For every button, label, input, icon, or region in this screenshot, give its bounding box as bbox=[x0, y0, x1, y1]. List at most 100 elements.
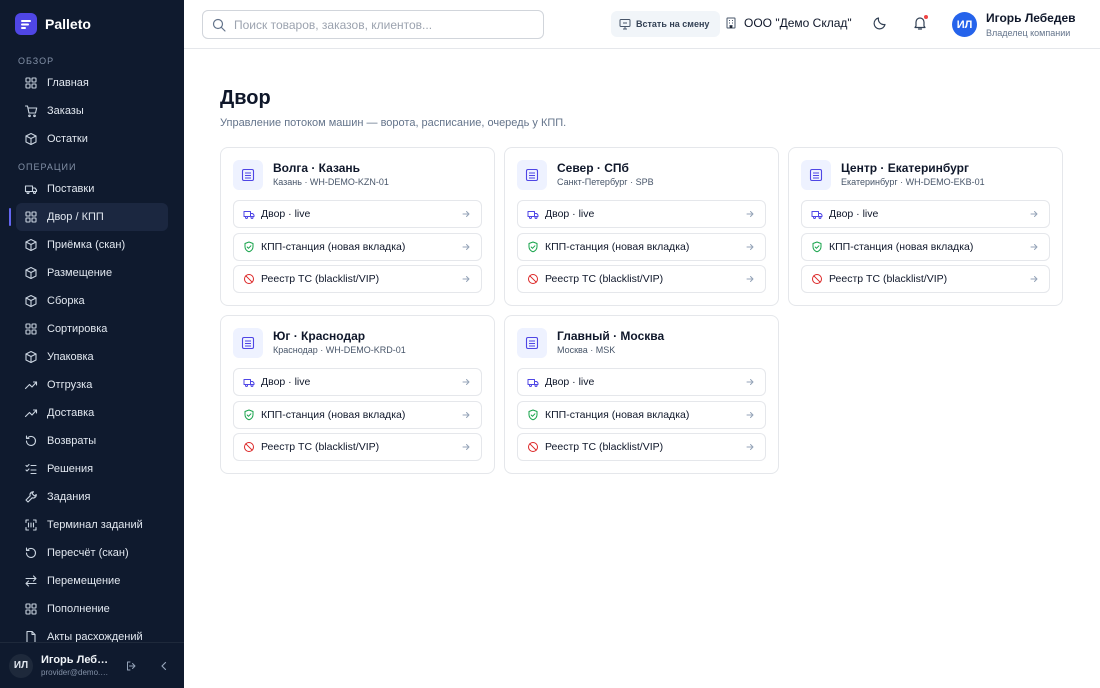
warehouse-icon bbox=[517, 328, 547, 358]
yard-subtitle: Санкт-Петербург · SPB bbox=[557, 177, 654, 187]
sidebar-item-label: Решения bbox=[47, 463, 94, 475]
sidebar-item-приёмка-скан[interactable]: Приёмка (скан) bbox=[16, 231, 168, 259]
sidebar-item-label: Терминал заданий bbox=[47, 519, 143, 531]
yard-link-live[interactable]: Двор · live bbox=[801, 200, 1050, 228]
palleto-logo-icon bbox=[15, 13, 37, 35]
yard-link-live[interactable]: Двор · live bbox=[517, 200, 766, 228]
card-header: Волга · Казань Казань · WH-DEMO-KZN-01 bbox=[221, 148, 494, 200]
box-icon bbox=[25, 238, 37, 252]
sidebar-item-пересчёт-скан[interactable]: Пересчёт (скан) bbox=[16, 539, 168, 567]
yard-link-checkpoint[interactable]: КПП-станция (новая вкладка) bbox=[233, 400, 482, 429]
yard-link-live[interactable]: Двор · live bbox=[233, 200, 482, 228]
sidebar: Palleto ОБЗОР Главная Заказы Остатки ОПЕРА… bbox=[0, 0, 184, 688]
card-header: Центр · Екатеринбург Екатеринбург · WH-DE… bbox=[789, 148, 1062, 200]
arrow-right-icon bbox=[1029, 209, 1039, 219]
grid-icon bbox=[25, 211, 37, 223]
sidebar-item-доставка[interactable]: Доставка bbox=[16, 399, 168, 427]
arrow-right-icon bbox=[461, 242, 471, 252]
sidebar-item-пополнение[interactable]: Пополнение bbox=[16, 595, 168, 623]
sidebar-item-задания[interactable]: Задания bbox=[16, 483, 168, 511]
truck-icon bbox=[527, 208, 539, 220]
sidebar-item-отгрузка[interactable]: Отгрузка bbox=[16, 371, 168, 399]
section-title-operations: ОПЕРАЦИИ bbox=[18, 162, 77, 172]
sidebar-item-поставки[interactable]: Поставки bbox=[16, 175, 168, 203]
truck-icon bbox=[811, 208, 823, 220]
notifications-button[interactable] bbox=[912, 14, 930, 33]
page-title: Двор bbox=[220, 87, 271, 109]
rotate-icon bbox=[25, 435, 37, 447]
yard-title: Волга · Казань bbox=[273, 161, 361, 175]
sidebar-item-заказы[interactable]: Заказы bbox=[16, 97, 168, 125]
arrow-right-icon bbox=[745, 377, 755, 387]
logout-button[interactable] bbox=[123, 658, 139, 674]
sidebar-item-label: Упаковка bbox=[47, 351, 94, 363]
theme-toggle-button[interactable] bbox=[872, 15, 890, 33]
sidebar-item-размещение[interactable]: Размещение bbox=[16, 259, 168, 287]
sidebar-item-label: Сортировка bbox=[47, 323, 108, 335]
yard-title: Центр · Екатеринбург bbox=[841, 161, 969, 175]
yard-card: Юг · Краснодар Краснодар · WH-DEMO-KRD-01… bbox=[220, 315, 495, 474]
box-icon bbox=[25, 266, 37, 280]
user-avatar[interactable]: ИЛ bbox=[952, 12, 977, 37]
sidebar-item-label: Пересчёт (скан) bbox=[47, 547, 129, 559]
sidebar-item-главная[interactable]: Главная bbox=[16, 69, 168, 97]
page-subtitle: Управление потоком машин — ворота, распи… bbox=[220, 117, 567, 129]
sidebar-item-терминал-заданий[interactable]: Терминал заданий bbox=[16, 511, 168, 539]
nav-overview: Главная Заказы Остатки bbox=[0, 69, 184, 153]
grid-icon bbox=[25, 77, 37, 89]
yard-link-registry[interactable]: Реестр ТС (blacklist/VIP) bbox=[517, 265, 766, 293]
yard-link-live[interactable]: Двор · live bbox=[233, 368, 482, 396]
search-box[interactable] bbox=[202, 10, 544, 39]
yard-link-live[interactable]: Двор · live bbox=[517, 368, 766, 396]
sidebar-footer: ИЛ Игорь Лебедев provider@demo.palleto.r… bbox=[0, 642, 184, 688]
arrow-right-icon bbox=[745, 442, 755, 452]
rotate-icon bbox=[24, 434, 38, 448]
sidebar-item-остатки[interactable]: Остатки bbox=[16, 125, 168, 153]
card-links: Двор · live КПП-станция (новая вкладка) Ре… bbox=[221, 368, 494, 473]
yard-link-registry[interactable]: Реестр ТС (blacklist/VIP) bbox=[517, 433, 766, 461]
start-shift-button[interactable]: Встать на смену bbox=[611, 11, 720, 37]
shield-check-icon bbox=[243, 241, 255, 253]
monitor-icon bbox=[619, 19, 631, 30]
sidebar-item-label: Поставки bbox=[47, 183, 95, 195]
chevron-left-icon bbox=[161, 661, 167, 670]
yard-link-label: Реестр ТС (blacklist/VIP) bbox=[261, 441, 380, 453]
sidebar-item-двор-кпп[interactable]: Двор / КПП bbox=[9, 203, 168, 231]
sidebar-item-возвраты[interactable]: Возвраты bbox=[16, 427, 168, 455]
brand[interactable]: Palleto bbox=[0, 0, 184, 48]
nav-operations: Поставки Двор / КПП Приёмка (скан) Размещен… bbox=[0, 175, 184, 651]
yard-link-registry[interactable]: Реестр ТС (blacklist/VIP) bbox=[233, 265, 482, 293]
warehouse-icon bbox=[801, 160, 831, 190]
yard-link-checkpoint[interactable]: КПП-станция (новая вкладка) bbox=[517, 400, 766, 429]
collapse-sidebar-button[interactable] bbox=[156, 658, 172, 674]
yard-link-label: КПП-станция (новая вкладка) bbox=[545, 408, 690, 421]
yard-link-checkpoint[interactable]: КПП-станция (новая вкладка) bbox=[517, 232, 766, 261]
yard-link-registry[interactable]: Реестр ТС (blacklist/VIP) bbox=[801, 265, 1050, 293]
card-links: Двор · live КПП-станция (новая вкладка) Ре… bbox=[505, 200, 778, 305]
sidebar-item-label: Сборка bbox=[47, 295, 85, 307]
sidebar-item-упаковка[interactable]: Упаковка bbox=[16, 343, 168, 371]
yard-link-checkpoint[interactable]: КПП-станция (новая вкладка) bbox=[233, 232, 482, 261]
sidebar-item-решения[interactable]: Решения bbox=[16, 455, 168, 483]
company-selector[interactable]: ООО "Демо Склад" bbox=[725, 16, 852, 30]
sidebar-item-перемещение[interactable]: Перемещение bbox=[16, 567, 168, 595]
notification-dot bbox=[923, 14, 929, 20]
sidebar-item-сортировка[interactable]: Сортировка bbox=[16, 315, 168, 343]
avatar[interactable]: ИЛ bbox=[9, 653, 33, 678]
yard-subtitle: Казань · WH-DEMO-KZN-01 bbox=[273, 177, 389, 187]
wrench-icon bbox=[25, 491, 37, 503]
sidebar-item-label: Двор / КПП bbox=[47, 211, 104, 223]
user-role: Владелец компании bbox=[986, 28, 1071, 38]
arrow-right-icon bbox=[745, 410, 755, 420]
card-header: Север · СПб Санкт-Петербург · SPB bbox=[505, 148, 778, 200]
user-menu[interactable]: Игорь Лебедев Владелец компании bbox=[986, 11, 1076, 38]
arrow-right-icon bbox=[461, 274, 471, 284]
arrow-right-icon bbox=[1029, 274, 1039, 284]
search-input[interactable] bbox=[234, 17, 534, 32]
sidebar-item-сборка[interactable]: Сборка bbox=[16, 287, 168, 315]
truck-icon bbox=[243, 376, 255, 388]
yard-link-checkpoint[interactable]: КПП-станция (новая вкладка) bbox=[801, 232, 1050, 261]
grid-icon bbox=[24, 602, 38, 616]
yard-link-registry[interactable]: Реестр ТС (blacklist/VIP) bbox=[233, 433, 482, 461]
yard-link-label: Двор · live bbox=[829, 208, 879, 220]
